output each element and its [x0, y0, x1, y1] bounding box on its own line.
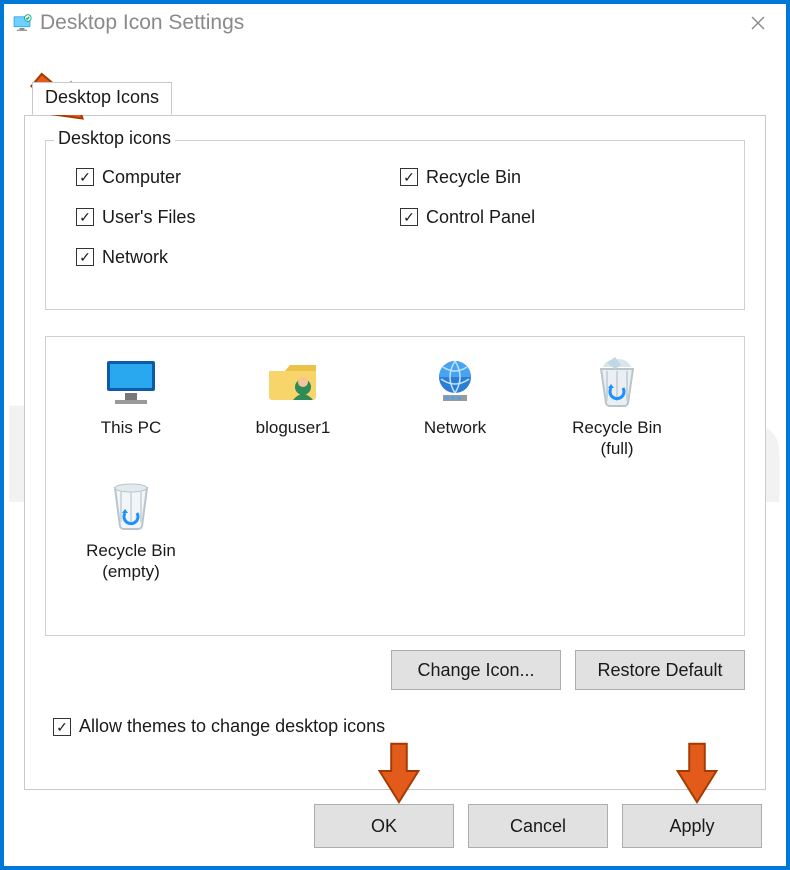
- check-icon: ✓: [53, 718, 71, 736]
- ok-button[interactable]: OK: [314, 804, 454, 848]
- button-label: Apply: [669, 816, 714, 837]
- checkbox-network[interactable]: ✓ Network: [76, 237, 400, 277]
- icon-item-user-files[interactable]: bloguser1: [212, 355, 374, 460]
- check-icon: ✓: [76, 208, 94, 226]
- cancel-button[interactable]: Cancel: [468, 804, 608, 848]
- network-icon: [423, 355, 487, 411]
- change-icon-button[interactable]: Change Icon...: [391, 650, 561, 690]
- icon-preview-panel: This PC bloguser1: [45, 336, 745, 636]
- restore-default-button[interactable]: Restore Default: [575, 650, 745, 690]
- checkbox-label: Recycle Bin: [426, 167, 521, 188]
- checkbox-control-panel[interactable]: ✓ Control Panel: [400, 197, 724, 237]
- checkbox-recycle-bin[interactable]: ✓ Recycle Bin: [400, 157, 724, 197]
- window-title: Desktop Icon Settings: [40, 11, 738, 35]
- button-label: Restore Default: [597, 660, 722, 681]
- checkbox-label: Computer: [102, 167, 181, 188]
- check-icon: ✓: [400, 168, 418, 186]
- tabstrip: Desktop Icons: [32, 82, 172, 116]
- user-folder-icon: [261, 355, 325, 411]
- icon-label: This PC: [50, 417, 212, 438]
- close-button[interactable]: [738, 9, 778, 37]
- annotation-arrow-icon: [662, 736, 732, 806]
- icon-label: bloguser1: [212, 417, 374, 438]
- tab-page: Desktop icons ✓ Computer ✓ Recycle Bin: [24, 115, 766, 790]
- dialog-window: Desktop Icon Settings PCrisk.com Desktop…: [0, 0, 790, 870]
- button-label: Cancel: [510, 816, 566, 837]
- checkbox-label: Allow themes to change desktop icons: [79, 716, 385, 737]
- checkbox-label: Network: [102, 247, 168, 268]
- recycle-bin-full-icon: [585, 355, 649, 411]
- bottom-buttons: OK Cancel Apply: [314, 804, 762, 848]
- app-icon: [12, 13, 32, 33]
- check-icon: ✓: [400, 208, 418, 226]
- button-label: OK: [371, 816, 397, 837]
- icon-label: Recycle Bin (full): [536, 417, 698, 460]
- checkbox-computer[interactable]: ✓ Computer: [76, 157, 400, 197]
- tab-desktop-icons[interactable]: Desktop Icons: [32, 82, 172, 115]
- checkbox-allow-themes[interactable]: ✓ Allow themes to change desktop icons: [53, 716, 385, 737]
- check-icon: ✓: [76, 168, 94, 186]
- icon-item-network[interactable]: Network: [374, 355, 536, 460]
- check-icon: ✓: [76, 248, 94, 266]
- checkbox-label: User's Files: [102, 207, 195, 228]
- icon-label: Network: [374, 417, 536, 438]
- button-label: Change Icon...: [417, 660, 534, 681]
- icon-item-recycle-empty[interactable]: Recycle Bin (empty): [50, 478, 212, 583]
- annotation-arrow-icon: [364, 736, 434, 806]
- icon-item-recycle-full[interactable]: Recycle Bin (full): [536, 355, 698, 460]
- titlebar: Desktop Icon Settings: [4, 4, 786, 42]
- pc-icon: [99, 355, 163, 411]
- icon-label: Recycle Bin (empty): [50, 540, 212, 583]
- client-area: PCrisk.com Desktop Icons Desktop icons ✓…: [8, 46, 782, 862]
- apply-button[interactable]: Apply: [622, 804, 762, 848]
- icon-item-this-pc[interactable]: This PC: [50, 355, 212, 460]
- icon-buttons: Change Icon... Restore Default: [391, 650, 745, 690]
- checkbox-users-files[interactable]: ✓ User's Files: [76, 197, 400, 237]
- checkbox-grid: ✓ Computer ✓ Recycle Bin ✓ User's Files: [76, 157, 724, 277]
- recycle-bin-empty-icon: [99, 478, 163, 534]
- desktop-icons-group: Desktop icons ✓ Computer ✓ Recycle Bin: [45, 140, 745, 310]
- checkbox-label: Control Panel: [426, 207, 535, 228]
- tab-label: Desktop Icons: [45, 87, 159, 107]
